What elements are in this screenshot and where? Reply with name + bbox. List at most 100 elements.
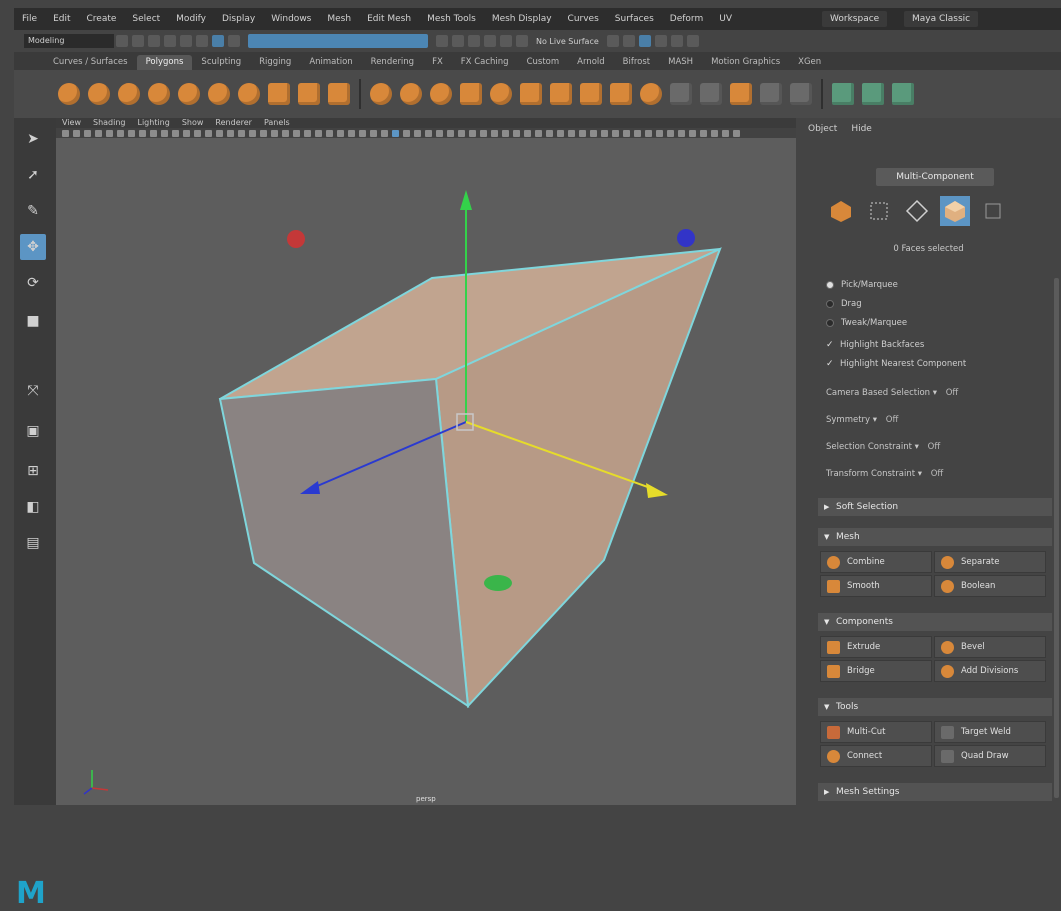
viewport-toolbar-icon[interactable]	[722, 129, 729, 137]
viewport-toolbar-icon[interactable]	[73, 129, 80, 137]
panel-scrollbar[interactable]	[1054, 278, 1059, 798]
tweak-marquee-radio[interactable]: Tweak/Marquee	[826, 318, 907, 328]
viewport-toolbar-icon[interactable]	[315, 129, 322, 137]
mesh-section[interactable]: ▼ Mesh	[818, 528, 1052, 546]
viewport-toolbar-icon[interactable]	[337, 129, 344, 137]
menu-deform[interactable]: Deform	[662, 14, 711, 24]
viewport-toolbar-icon[interactable]	[502, 129, 509, 137]
menu-file[interactable]: File	[14, 14, 45, 24]
workspace-select[interactable]: Maya Classic	[904, 11, 979, 27]
combine-button[interactable]: Combine	[820, 551, 932, 573]
poly-cylinder-icon[interactable]	[118, 83, 140, 105]
viewport-toolbar-icon[interactable]	[436, 129, 443, 137]
viewport-toolbar-icon[interactable]	[557, 129, 564, 137]
menu-windows[interactable]: Windows	[263, 14, 319, 24]
viewport-toolbar-icon[interactable]	[524, 129, 531, 137]
menu-mesh[interactable]: Mesh	[319, 14, 359, 24]
poly-svg-icon[interactable]	[328, 83, 350, 105]
menu-mesh-display[interactable]: Mesh Display	[484, 14, 560, 24]
shelf-tab-rigging[interactable]: Rigging	[250, 55, 300, 70]
snap-live-icon[interactable]	[516, 35, 528, 47]
undo-icon[interactable]	[164, 35, 176, 47]
viewport-toolbar-icon[interactable]	[579, 129, 586, 137]
columns-icon[interactable]	[700, 83, 722, 105]
menu-surfaces[interactable]: Surfaces	[607, 14, 662, 24]
viewport-toolbar-icon[interactable]	[260, 129, 267, 137]
camera-based-selection-option[interactable]: Camera Based Selection ▾ Off	[826, 388, 958, 398]
highlight-nearest-checkbox[interactable]: ✓ Highlight Nearest Component	[826, 359, 966, 369]
connect-button[interactable]: Connect	[820, 745, 932, 767]
poly-disc-icon[interactable]	[238, 83, 260, 105]
viewport-toolbar-icon[interactable]	[425, 129, 432, 137]
viewport-toolbar-icon[interactable]	[623, 129, 630, 137]
viewport-toolbar-icon[interactable]	[128, 129, 135, 137]
viewport-toolbar-icon[interactable]	[194, 129, 201, 137]
snap-grid-icon[interactable]	[452, 35, 464, 47]
move-manipulator-x-arrow[interactable]	[646, 483, 668, 498]
snap-point-icon[interactable]	[484, 35, 496, 47]
uv-mode-icon[interactable]	[978, 196, 1008, 226]
viewport-toolbar-icon[interactable]	[282, 129, 289, 137]
viewport-toolbar-icon[interactable]	[392, 129, 399, 137]
viewport-toolbar-icon[interactable]	[370, 129, 377, 137]
viewport-toolbar-icon[interactable]	[403, 129, 410, 137]
move-manipulator-y-arrow[interactable]	[460, 190, 472, 210]
viewport-toolbar-icon[interactable]	[304, 129, 311, 137]
quad-draw-button[interactable]: Quad Draw	[934, 745, 1046, 767]
shelf-tab-xgen[interactable]: XGen	[789, 55, 830, 70]
panel-tab-hide[interactable]: Hide	[851, 124, 872, 134]
transform-constraint-option[interactable]: Transform Constraint ▾ Off	[826, 469, 943, 479]
symmetry-option[interactable]: Symmetry ▾ Off	[826, 415, 898, 425]
viewport-menu-show[interactable]: Show	[176, 118, 210, 128]
select-component-icon[interactable]	[228, 35, 240, 47]
viewport-toolbar-icon[interactable]	[216, 129, 223, 137]
selection-constraint-option[interactable]: Selection Constraint ▾ Off	[826, 442, 940, 452]
viewport-toolbar-icon[interactable]	[205, 129, 212, 137]
combine-icon[interactable]	[370, 83, 392, 105]
shelf-tab-mash[interactable]: MASH	[659, 55, 702, 70]
viewport-toolbar-icon[interactable]	[513, 129, 520, 137]
menu-display[interactable]: Display	[214, 14, 263, 24]
shelf-tab-custom[interactable]: Custom	[518, 55, 569, 70]
paint-select-tool-icon[interactable]: ✎	[20, 198, 46, 224]
smooth-icon[interactable]	[430, 83, 452, 105]
viewport-toolbar-icon[interactable]	[150, 129, 157, 137]
rotate-tool-icon[interactable]: ⟳	[20, 270, 46, 296]
viewport-toolbar-icon[interactable]	[612, 129, 619, 137]
viewport-toolbar-icon[interactable]	[601, 129, 608, 137]
viewport-toolbar-icon[interactable]	[700, 129, 707, 137]
viewport-toolbar-icon[interactable]	[414, 129, 421, 137]
target-weld-icon[interactable]	[580, 83, 602, 105]
viewport-toolbar-icon[interactable]	[711, 129, 718, 137]
soft-selection-section[interactable]: ▶ Soft Selection	[818, 498, 1052, 516]
viewport-toolbar-icon[interactable]	[95, 129, 102, 137]
viewport-toolbar-icon[interactable]	[62, 129, 69, 137]
viewport-toolbar-icon[interactable]	[183, 129, 190, 137]
multi-cut-button[interactable]: Multi-Cut	[820, 721, 932, 743]
shelf-tab-motion-graphics[interactable]: Motion Graphics	[702, 55, 789, 70]
bevel-icon[interactable]	[490, 83, 512, 105]
channel-box-icon[interactable]	[686, 35, 699, 47]
open-scene-icon[interactable]	[132, 35, 144, 47]
poly-cone-icon[interactable]	[148, 83, 170, 105]
viewport-toolbar-icon[interactable]	[667, 129, 674, 137]
side-by-side-layout-icon[interactable]: ◧	[20, 494, 46, 520]
last-tool-icon[interactable]: ⤧	[20, 378, 46, 404]
redo-icon[interactable]	[180, 35, 192, 47]
separate-icon[interactable]	[400, 83, 422, 105]
connect-icon[interactable]	[610, 83, 632, 105]
drag-radio[interactable]: Drag	[826, 299, 862, 309]
viewport-toolbar-icon[interactable]	[656, 129, 663, 137]
uv-spherical-icon[interactable]	[892, 83, 914, 105]
poly-plane-icon[interactable]	[208, 83, 230, 105]
menu-create[interactable]: Create	[79, 14, 125, 24]
selection-mask-toolbar[interactable]	[248, 34, 428, 48]
viewport-toolbar-icon[interactable]	[645, 129, 652, 137]
viewport-toolbar-icon[interactable]	[546, 129, 553, 137]
viewport-toolbar-icon[interactable]	[447, 129, 454, 137]
shelf-tab-rendering[interactable]: Rendering	[362, 55, 423, 70]
single-view-layout-icon[interactable]: ▣	[20, 418, 46, 444]
viewport-toolbar-icon[interactable]	[458, 129, 465, 137]
viewport-toolbar-icon[interactable]	[117, 129, 124, 137]
object-mode-icon[interactable]	[826, 196, 856, 226]
